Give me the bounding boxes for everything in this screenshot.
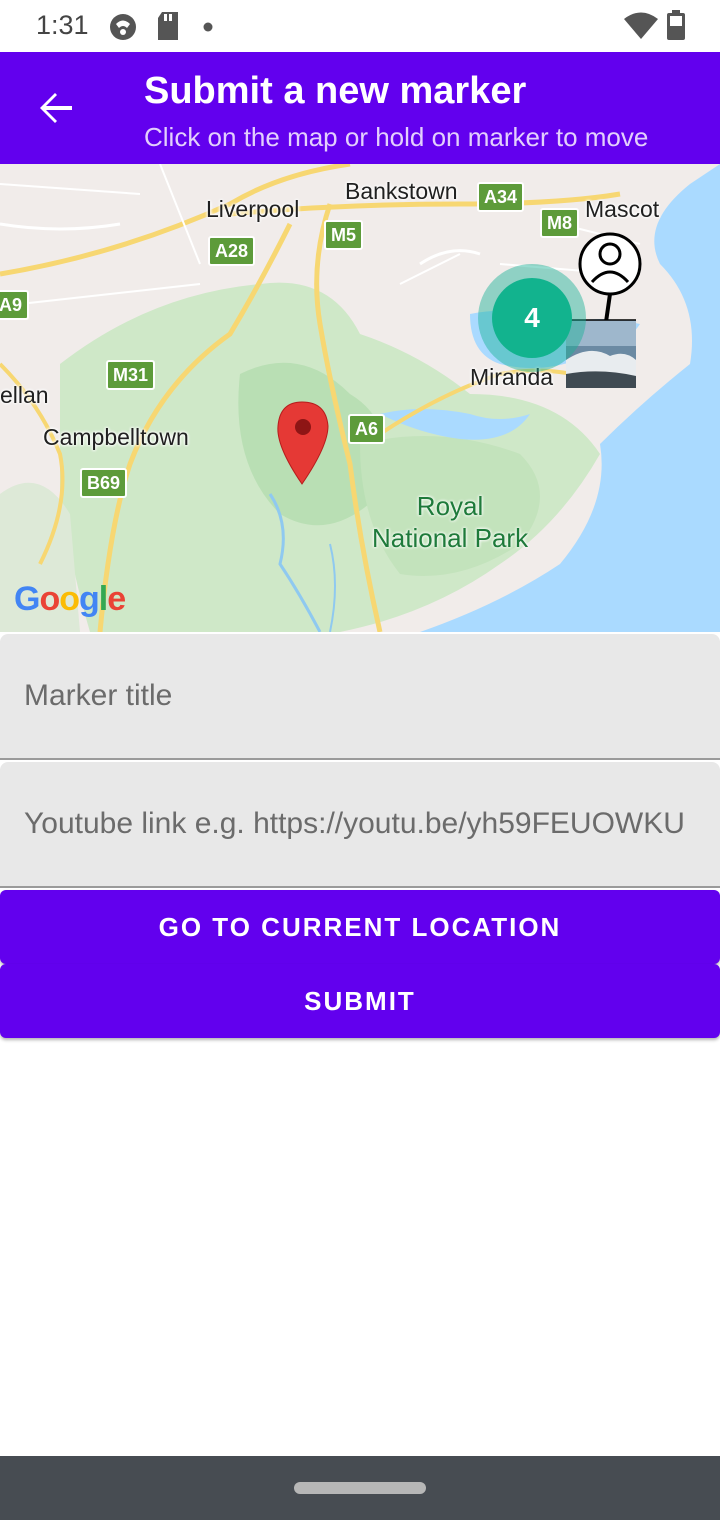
map-label-royal-national-park: Royal National Park — [372, 491, 529, 553]
map-label-ellan: ellan — [0, 382, 49, 408]
route-shield-a6: A6 — [348, 414, 386, 444]
app-bar: Submit a new marker Click on the map or … — [0, 52, 720, 164]
page-subtitle: Click on the map or hold on marker to mo… — [144, 122, 649, 152]
map-label-liverpool: Liverpool — [206, 196, 300, 222]
home-gesture-handle[interactable] — [294, 1482, 426, 1494]
system-nav-bar — [0, 1456, 720, 1520]
marker-cluster[interactable]: 4 — [492, 278, 572, 358]
map-view[interactable]: Bankstown Liverpool Mascot Miranda ellan… — [0, 164, 720, 632]
go-to-current-location-button[interactable]: Go to current location — [0, 890, 720, 964]
map-label-campbelltown: Campbelltown — [43, 424, 189, 450]
google-logo: Google — [14, 580, 126, 618]
page-title: Submit a new marker — [144, 70, 527, 112]
youtube-link-input[interactable] — [0, 762, 720, 886]
status-bar: 1:31 — [0, 0, 720, 52]
app-notification-icon — [108, 12, 138, 47]
status-time: 1:31 — [36, 10, 89, 40]
route-shield-a28: A28 — [208, 236, 256, 266]
route-shield-m5: M5 — [324, 220, 364, 250]
route-shield-m8: M8 — [540, 208, 580, 238]
arrow-back-icon — [40, 93, 72, 123]
route-shield-m31: M31 — [106, 360, 156, 390]
back-button[interactable] — [26, 78, 86, 138]
wifi-icon — [624, 12, 658, 45]
route-shield-b69: B69 — [80, 468, 128, 498]
map-label-mascot: Mascot — [585, 196, 660, 222]
map-label-bankstown: Bankstown — [345, 178, 458, 204]
marker-title-input[interactable] — [0, 634, 720, 758]
dot-icon — [202, 20, 214, 38]
battery-icon — [666, 10, 686, 45]
sd-card-icon — [156, 12, 180, 45]
marker-title-field[interactable] — [0, 634, 720, 760]
route-shield-a9: A9 — [0, 290, 30, 320]
submit-button[interactable]: Submit — [0, 964, 720, 1038]
route-shield-a34: A34 — [477, 182, 525, 212]
screen: 1:31 Submit a new marker Click on the ma… — [0, 0, 720, 1520]
youtube-link-field[interactable] — [0, 762, 720, 888]
